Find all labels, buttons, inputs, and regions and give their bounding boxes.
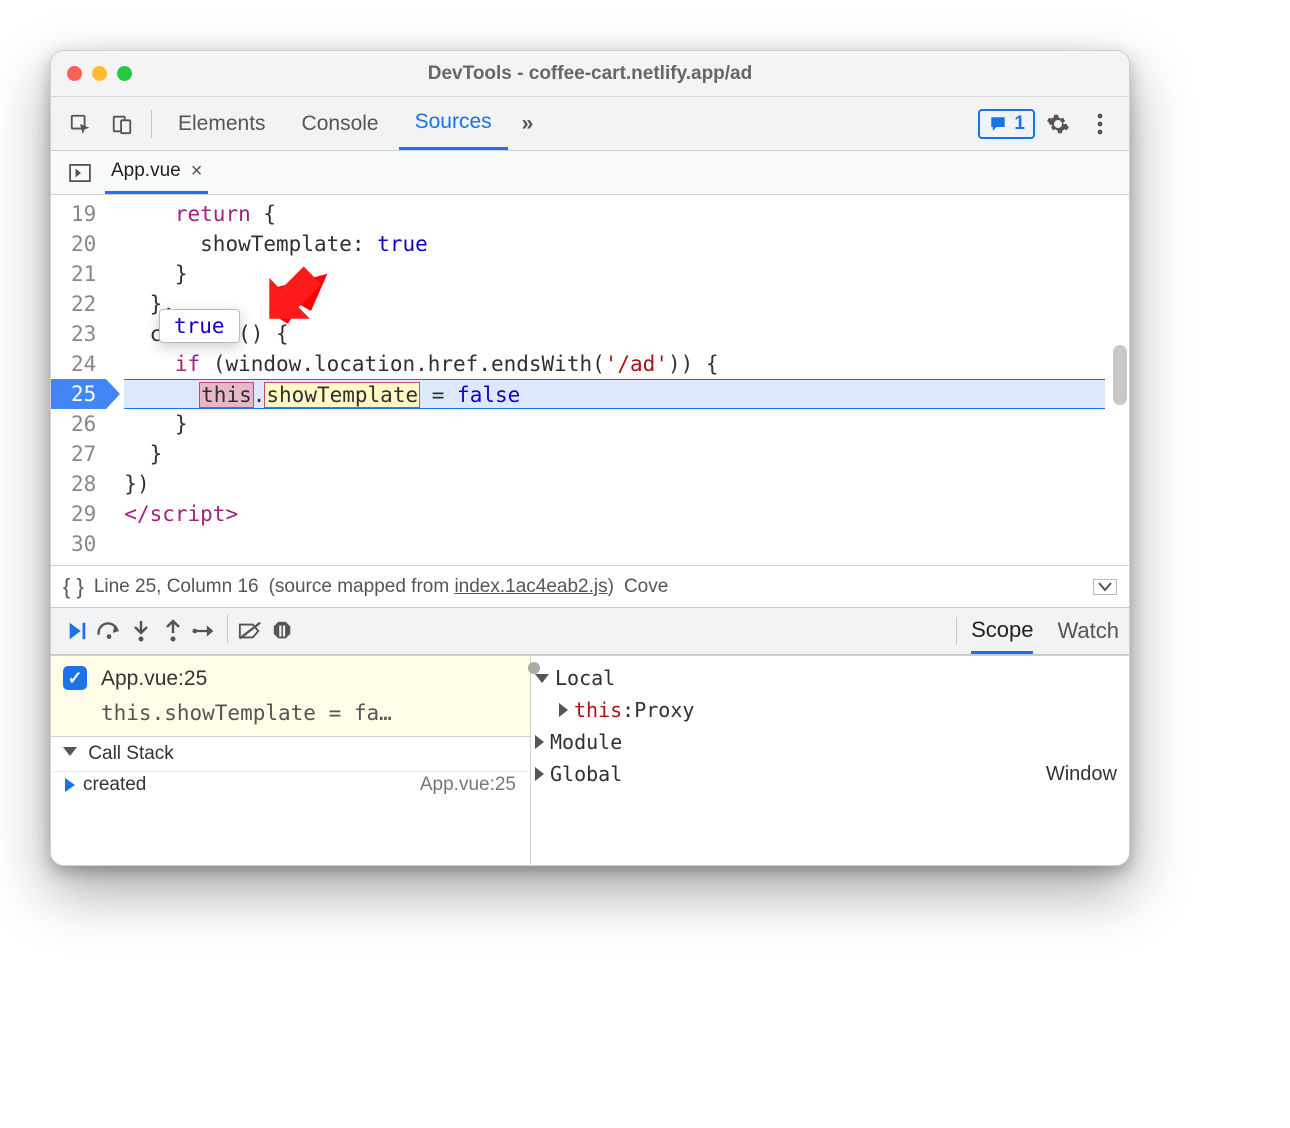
tab-console[interactable]: Console [286,97,395,150]
scope-global-type: Window [1046,758,1125,790]
debugger-panes: ✓ App.vue:25 this.showTemplate = fa… Cal… [51,655,1129,865]
line-number[interactable]: 23 [71,319,96,349]
tab-elements[interactable]: Elements [162,97,282,150]
breakpoint-checkbox[interactable]: ✓ [63,666,87,690]
step-over-icon[interactable] [93,615,125,647]
settings-icon[interactable] [1039,105,1077,143]
line-number[interactable]: 19 [71,199,96,229]
scope-variable-this[interactable]: this: Proxy [559,694,1125,726]
line-number[interactable]: 25 [51,379,106,409]
issues-button[interactable]: 1 [978,109,1035,139]
close-file-icon[interactable]: × [191,160,203,183]
issues-count: 1 [1014,113,1025,135]
scope-section-module[interactable]: Module [535,726,1125,758]
separator [151,110,152,138]
pause-on-exceptions-icon[interactable] [266,615,298,647]
main-tabbar: Elements Console Sources » 1 [51,97,1129,151]
callstack-header[interactable]: Call Stack [51,736,530,771]
code-line[interactable]: } [124,439,1129,469]
resume-icon[interactable] [61,615,93,647]
scope-section-local[interactable]: Local [535,662,1125,694]
code-line[interactable]: return { [124,199,1129,229]
deactivate-breakpoints-icon[interactable] [234,615,266,647]
window-close-button[interactable] [67,66,82,81]
step-icon[interactable] [189,615,221,647]
scroll-indicator [528,662,540,674]
frame-location: App.vue:25 [420,774,516,796]
line-number[interactable]: 26 [71,409,96,439]
paused-message: ✓ App.vue:25 this.showTemplate = fa… [51,656,530,736]
separator [956,617,957,645]
code-line[interactable] [124,529,1129,559]
file-tab-strip: App.vue × [51,151,1129,195]
debugger-toolbar: Scope Watch [51,607,1129,655]
line-number[interactable]: 20 [71,229,96,259]
callstack-frame[interactable]: created App.vue:25 [51,771,530,798]
code-editor[interactable]: 192021222324252627282930 return { showTe… [51,195,1129,565]
line-number[interactable]: 21 [71,259,96,289]
status-dropdown-icon[interactable] [1093,579,1117,595]
titlebar: DevTools - coffee-cart.netlify.app/ad [51,51,1129,97]
code-line[interactable]: if (window.location.href.endsWith('/ad')… [124,349,1129,379]
scope-pane: Local this: Proxy Module Global Window [531,656,1129,865]
editor-scrollbar[interactable] [1113,345,1127,405]
chat-icon [988,115,1008,133]
editor-status-bar: { } Line 25, Column 16 (source mapped fr… [51,565,1129,607]
coverage-label: Cove [624,576,668,598]
tab-watch[interactable]: Watch [1057,608,1119,654]
frame-function: created [83,774,420,796]
pretty-print-icon[interactable]: { } [63,574,84,600]
window-maximize-button[interactable] [117,66,132,81]
device-toolbar-icon[interactable] [103,105,141,143]
line-number[interactable]: 22 [71,289,96,319]
source-mapped-info: (source mapped from index.1ac4eab2.js) [269,576,614,598]
file-tab-app-vue[interactable]: App.vue × [105,151,208,194]
scope-watch-tabs: Scope Watch [971,608,1119,654]
more-icon[interactable] [1081,105,1119,143]
devtools-window: DevTools - coffee-cart.netlify.app/ad El… [50,50,1130,866]
callstack-pane: ✓ App.vue:25 this.showTemplate = fa… Cal… [51,656,531,865]
mapped-file-link[interactable]: index.1ac4eab2.js [454,576,607,597]
file-tab-label: App.vue [111,160,181,182]
code-line[interactable]: </script> [124,499,1129,529]
line-number-gutter[interactable]: 192021222324252627282930 [51,195,106,565]
value-tooltip: true [159,309,240,343]
separator [227,615,228,643]
annotation-arrow-icon [251,247,341,337]
line-number[interactable]: 30 [71,529,96,559]
step-into-icon[interactable] [125,615,157,647]
code-line[interactable]: this.showTemplate = false [124,379,1105,409]
inspect-element-icon[interactable] [61,105,99,143]
line-number[interactable]: 29 [71,499,96,529]
navigator-toggle-icon[interactable] [61,154,99,192]
step-out-icon[interactable] [157,615,189,647]
code-line[interactable]: } [124,409,1129,439]
paused-location[interactable]: App.vue:25 [101,664,516,694]
tab-sources[interactable]: Sources [399,97,508,150]
window-controls [67,66,132,81]
code-line[interactable]: }) [124,469,1129,499]
line-number[interactable]: 24 [71,349,96,379]
tabs-overflow-button[interactable]: » [512,112,544,136]
window-minimize-button[interactable] [92,66,107,81]
cursor-position: Line 25, Column 16 [94,576,259,598]
window-title: DevTools - coffee-cart.netlify.app/ad [428,63,752,85]
line-number[interactable]: 28 [71,469,96,499]
scope-section-global[interactable]: Global Window [535,758,1125,790]
line-number[interactable]: 27 [71,439,96,469]
tab-scope[interactable]: Scope [971,608,1033,654]
editor-area: 192021222324252627282930 return { showTe… [51,195,1129,565]
paused-code-preview: this.showTemplate = fa… [101,698,516,728]
